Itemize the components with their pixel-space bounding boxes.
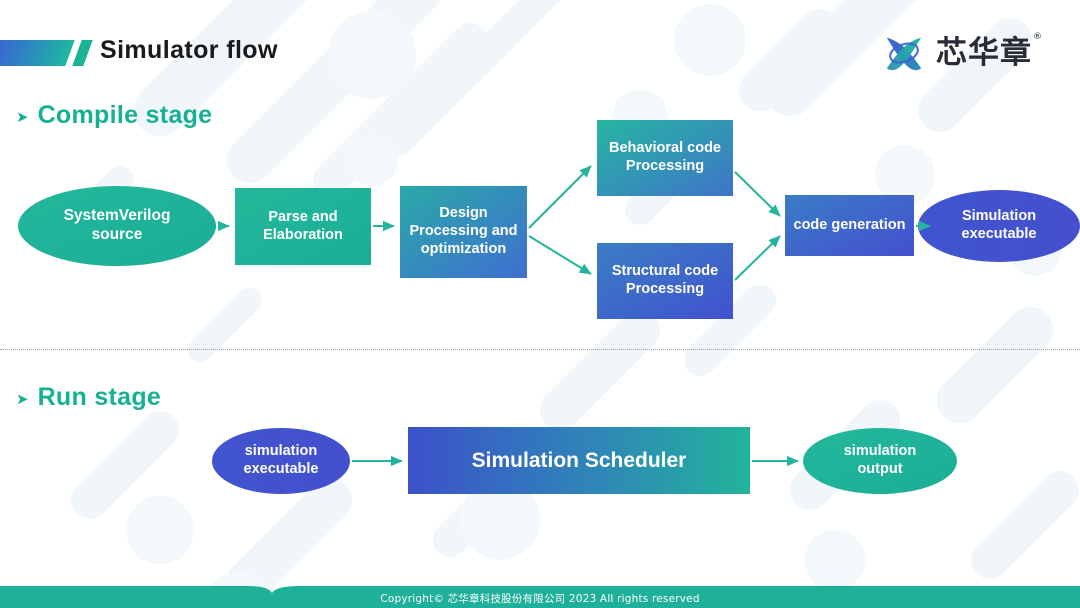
section-heading-compile-stage: ➤ Compile stage (16, 101, 212, 130)
node-simulation-executable[interactable] (918, 190, 1080, 262)
section-divider (0, 349, 1080, 350)
node-behavioral-code-processing[interactable] (597, 120, 733, 196)
x-ribbon-logo-icon (886, 37, 922, 71)
slide-footer: Copyright© 芯华章科技股份有限公司 2023 All rights r… (0, 586, 1080, 608)
copyright-text: Copyright© 芯华章科技股份有限公司 2023 All rights r… (380, 593, 700, 605)
registered-trademark-icon: ® (1033, 32, 1043, 43)
node-systemverilog-source[interactable] (18, 186, 216, 266)
slide-canvas: Simulator flow 芯华章® ➤ Compile stage ➤ Ru… (0, 0, 1080, 608)
edge-structural-to-codegen (734, 235, 781, 281)
node-parse-and-elaboration[interactable] (235, 188, 371, 265)
accent-bar-gradient (0, 40, 75, 66)
arrow-bullet-icon: ➤ (16, 391, 29, 408)
section-label-run: Run stage (37, 383, 162, 411)
accent-slash (72, 40, 93, 66)
brand-logo: 芯华章® (881, 30, 1042, 76)
node-code-generation[interactable] (785, 195, 914, 256)
title-accent-graphic (0, 40, 93, 66)
slide-header: Simulator flow 芯华章® (0, 0, 1080, 92)
edge-design-to-behavioral (528, 165, 592, 229)
logo-wordmark-text: 芯华章 (936, 34, 1032, 71)
section-label-compile: Compile stage (37, 101, 213, 129)
logo-wordmark: 芯华章® (936, 33, 1042, 71)
node-simulation-executable-run[interactable] (212, 428, 350, 494)
section-heading-run-stage: ➤ Run stage (16, 383, 161, 412)
node-structural-code-processing[interactable] (597, 243, 733, 319)
page-title: Simulator flow (100, 36, 278, 64)
edge-behavioral-to-codegen (734, 171, 781, 217)
node-simulation-scheduler[interactable] (408, 427, 750, 494)
node-design-processing[interactable] (400, 186, 527, 278)
edge-design-to-structural (528, 235, 592, 275)
node-simulation-output[interactable] (803, 428, 957, 494)
arrow-bullet-icon: ➤ (16, 109, 29, 126)
